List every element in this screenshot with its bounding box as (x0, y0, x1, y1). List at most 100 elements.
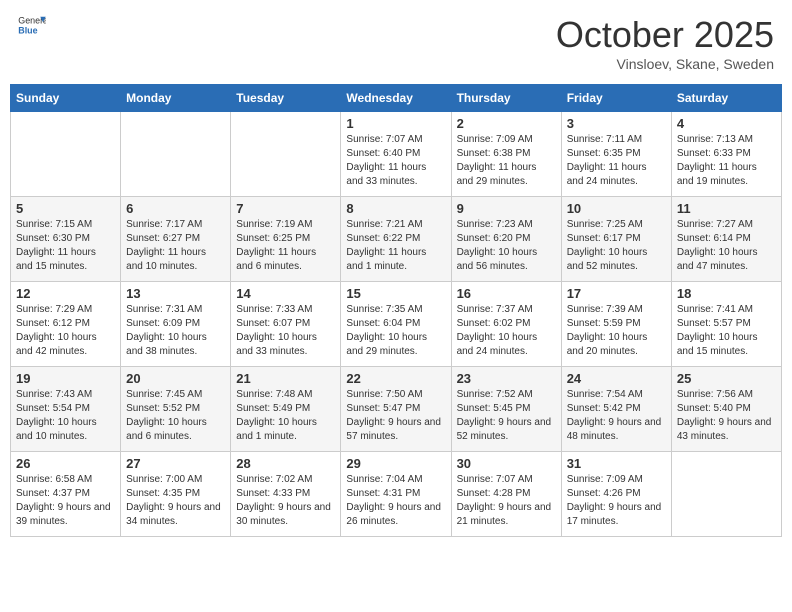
logo: General Blue (18, 14, 46, 36)
calendar-cell: 12 Sunrise: 7:29 AM Sunset: 6:12 PM Dayli… (11, 282, 121, 367)
calendar-cell (11, 112, 121, 197)
day-number: 18 (677, 286, 776, 301)
calendar-cell: 17 Sunrise: 7:39 AM Sunset: 5:59 PM Dayli… (561, 282, 671, 367)
day-number: 13 (126, 286, 225, 301)
calendar-cell: 28 Sunrise: 7:02 AM Sunset: 4:33 PM Dayli… (231, 452, 341, 537)
calendar-cell: 15Sunrise: 7:35 AM Sunset: 6:04 PM Dayli… (341, 282, 451, 367)
calendar-cell: 1 Sunrise: 7:07 AM Sunset: 6:40 PM Daylig… (341, 112, 451, 197)
day-info: Sunrise: 7:09 AM Sunset: 6:38 PM Dayligh… (457, 133, 556, 189)
calendar-week-4: 19 Sunrise: 7:43 AM Sunset: 5:54 PM Dayli… (11, 367, 782, 452)
day-info: Sunrise: 7:23 AM Sunset: 6:20 PM Dayligh… (457, 218, 556, 274)
calendar-week-2: 5 Sunrise: 7:15 AM Sunset: 6:30 PM Daylig… (11, 197, 782, 282)
day-info: Sunrise: 7:43 AM Sunset: 5:54 PM Dayligh… (16, 388, 115, 444)
day-number: 5 (16, 201, 115, 216)
day-number: 16 (457, 286, 556, 301)
day-info: Sunrise: 7:56 AM Sunset: 5:40 PM Dayligh… (677, 388, 776, 444)
day-header-saturday: Saturday (671, 85, 781, 112)
calendar-cell (671, 452, 781, 537)
calendar-cell: 5 Sunrise: 7:15 AM Sunset: 6:30 PM Daylig… (11, 197, 121, 282)
calendar-cell: 4 Sunrise: 7:13 AM Sunset: 6:33 PM Daylig… (671, 112, 781, 197)
day-number: 4 (677, 116, 776, 131)
calendar-cell: 2Sunrise: 7:09 AM Sunset: 6:38 PM Daylig… (451, 112, 561, 197)
day-number: 8 (346, 201, 445, 216)
day-number: 20 (126, 371, 225, 386)
day-number: 30 (457, 456, 556, 471)
month-title: October 2025 (556, 14, 774, 56)
calendar-cell: 29 Sunrise: 7:04 AM Sunset: 4:31 PM Dayli… (341, 452, 451, 537)
day-number: 27 (126, 456, 225, 471)
calendar-week-5: 26Sunrise: 6:58 AM Sunset: 4:37 PM Dayli… (11, 452, 782, 537)
day-number: 31 (567, 456, 666, 471)
calendar-cell: 22 Sunrise: 7:50 AM Sunset: 5:47 PM Dayli… (341, 367, 451, 452)
day-number: 15 (346, 286, 445, 301)
page-header: General Blue October 2025 Vinsloev, Skan… (10, 10, 782, 76)
day-number: 10 (567, 201, 666, 216)
day-number: 7 (236, 201, 335, 216)
day-info: Sunrise: 7:33 AM Sunset: 6:07 PM Dayligh… (236, 303, 335, 359)
day-info: Sunrise: 7:31 AM Sunset: 6:09 PM Dayligh… (126, 303, 225, 359)
day-number: 11 (677, 201, 776, 216)
day-header-sunday: Sunday (11, 85, 121, 112)
day-number: 21 (236, 371, 335, 386)
day-number: 14 (236, 286, 335, 301)
location-title: Vinsloev, Skane, Sweden (556, 56, 774, 72)
day-number: 29 (346, 456, 445, 471)
calendar-cell (121, 112, 231, 197)
day-header-wednesday: Wednesday (341, 85, 451, 112)
day-number: 17 (567, 286, 666, 301)
calendar-cell: 23Sunrise: 7:52 AM Sunset: 5:45 PM Dayli… (451, 367, 561, 452)
calendar-cell: 7 Sunrise: 7:19 AM Sunset: 6:25 PM Daylig… (231, 197, 341, 282)
day-number: 1 (346, 116, 445, 131)
calendar-cell: 19 Sunrise: 7:43 AM Sunset: 5:54 PM Dayli… (11, 367, 121, 452)
day-info: Sunrise: 7:15 AM Sunset: 6:30 PM Dayligh… (16, 218, 115, 274)
day-number: 22 (346, 371, 445, 386)
day-header-friday: Friday (561, 85, 671, 112)
logo-icon: General Blue (18, 14, 46, 36)
day-info: Sunrise: 7:00 AM Sunset: 4:35 PM Dayligh… (126, 473, 225, 529)
day-info: Sunrise: 7:25 AM Sunset: 6:17 PM Dayligh… (567, 218, 666, 274)
day-number: 3 (567, 116, 666, 131)
day-info: Sunrise: 7:17 AM Sunset: 6:27 PM Dayligh… (126, 218, 225, 274)
calendar-cell: 26Sunrise: 6:58 AM Sunset: 4:37 PM Dayli… (11, 452, 121, 537)
day-info: Sunrise: 7:45 AM Sunset: 5:52 PM Dayligh… (126, 388, 225, 444)
day-number: 12 (16, 286, 115, 301)
day-info: Sunrise: 7:21 AM Sunset: 6:22 PM Dayligh… (346, 218, 445, 274)
day-number: 19 (16, 371, 115, 386)
day-number: 25 (677, 371, 776, 386)
day-info: Sunrise: 7:29 AM Sunset: 6:12 PM Dayligh… (16, 303, 115, 359)
calendar-cell: 11 Sunrise: 7:27 AM Sunset: 6:14 PM Dayli… (671, 197, 781, 282)
calendar-cell: 10 Sunrise: 7:25 AM Sunset: 6:17 PM Dayli… (561, 197, 671, 282)
day-info: Sunrise: 7:52 AM Sunset: 5:45 PM Dayligh… (457, 388, 556, 444)
calendar-cell: 3Sunrise: 7:11 AM Sunset: 6:35 PM Daylig… (561, 112, 671, 197)
title-block: October 2025 Vinsloev, Skane, Sweden (556, 14, 774, 72)
calendar-cell (231, 112, 341, 197)
calendar-cell: 8 Sunrise: 7:21 AM Sunset: 6:22 PM Daylig… (341, 197, 451, 282)
calendar-cell: 9Sunrise: 7:23 AM Sunset: 6:20 PM Daylig… (451, 197, 561, 282)
day-header-thursday: Thursday (451, 85, 561, 112)
day-info: Sunrise: 7:50 AM Sunset: 5:47 PM Dayligh… (346, 388, 445, 444)
calendar-week-1: 1 Sunrise: 7:07 AM Sunset: 6:40 PM Daylig… (11, 112, 782, 197)
calendar-cell: 25 Sunrise: 7:56 AM Sunset: 5:40 PM Dayli… (671, 367, 781, 452)
calendar-week-3: 12 Sunrise: 7:29 AM Sunset: 6:12 PM Dayli… (11, 282, 782, 367)
day-info: Sunrise: 7:04 AM Sunset: 4:31 PM Dayligh… (346, 473, 445, 529)
day-number: 26 (16, 456, 115, 471)
day-info: Sunrise: 7:07 AM Sunset: 6:40 PM Dayligh… (346, 133, 445, 189)
day-info: Sunrise: 7:54 AM Sunset: 5:42 PM Dayligh… (567, 388, 666, 444)
calendar-cell: 14 Sunrise: 7:33 AM Sunset: 6:07 PM Dayli… (231, 282, 341, 367)
day-info: Sunrise: 7:13 AM Sunset: 6:33 PM Dayligh… (677, 133, 776, 189)
day-info: Sunrise: 7:02 AM Sunset: 4:33 PM Dayligh… (236, 473, 335, 529)
svg-text:Blue: Blue (18, 25, 37, 35)
calendar-cell: 24Sunrise: 7:54 AM Sunset: 5:42 PM Dayli… (561, 367, 671, 452)
day-info: Sunrise: 7:39 AM Sunset: 5:59 PM Dayligh… (567, 303, 666, 359)
calendar-cell: 27 Sunrise: 7:00 AM Sunset: 4:35 PM Dayli… (121, 452, 231, 537)
calendar-cell: 21Sunrise: 7:48 AM Sunset: 5:49 PM Dayli… (231, 367, 341, 452)
calendar-cell: 20 Sunrise: 7:45 AM Sunset: 5:52 PM Dayli… (121, 367, 231, 452)
day-info: Sunrise: 7:27 AM Sunset: 6:14 PM Dayligh… (677, 218, 776, 274)
day-number: 28 (236, 456, 335, 471)
day-info: Sunrise: 7:09 AM Sunset: 4:26 PM Dayligh… (567, 473, 666, 529)
day-info: Sunrise: 7:19 AM Sunset: 6:25 PM Dayligh… (236, 218, 335, 274)
day-info: Sunrise: 7:41 AM Sunset: 5:57 PM Dayligh… (677, 303, 776, 359)
calendar-cell: 18 Sunrise: 7:41 AM Sunset: 5:57 PM Dayli… (671, 282, 781, 367)
day-number: 6 (126, 201, 225, 216)
day-info: Sunrise: 7:37 AM Sunset: 6:02 PM Dayligh… (457, 303, 556, 359)
